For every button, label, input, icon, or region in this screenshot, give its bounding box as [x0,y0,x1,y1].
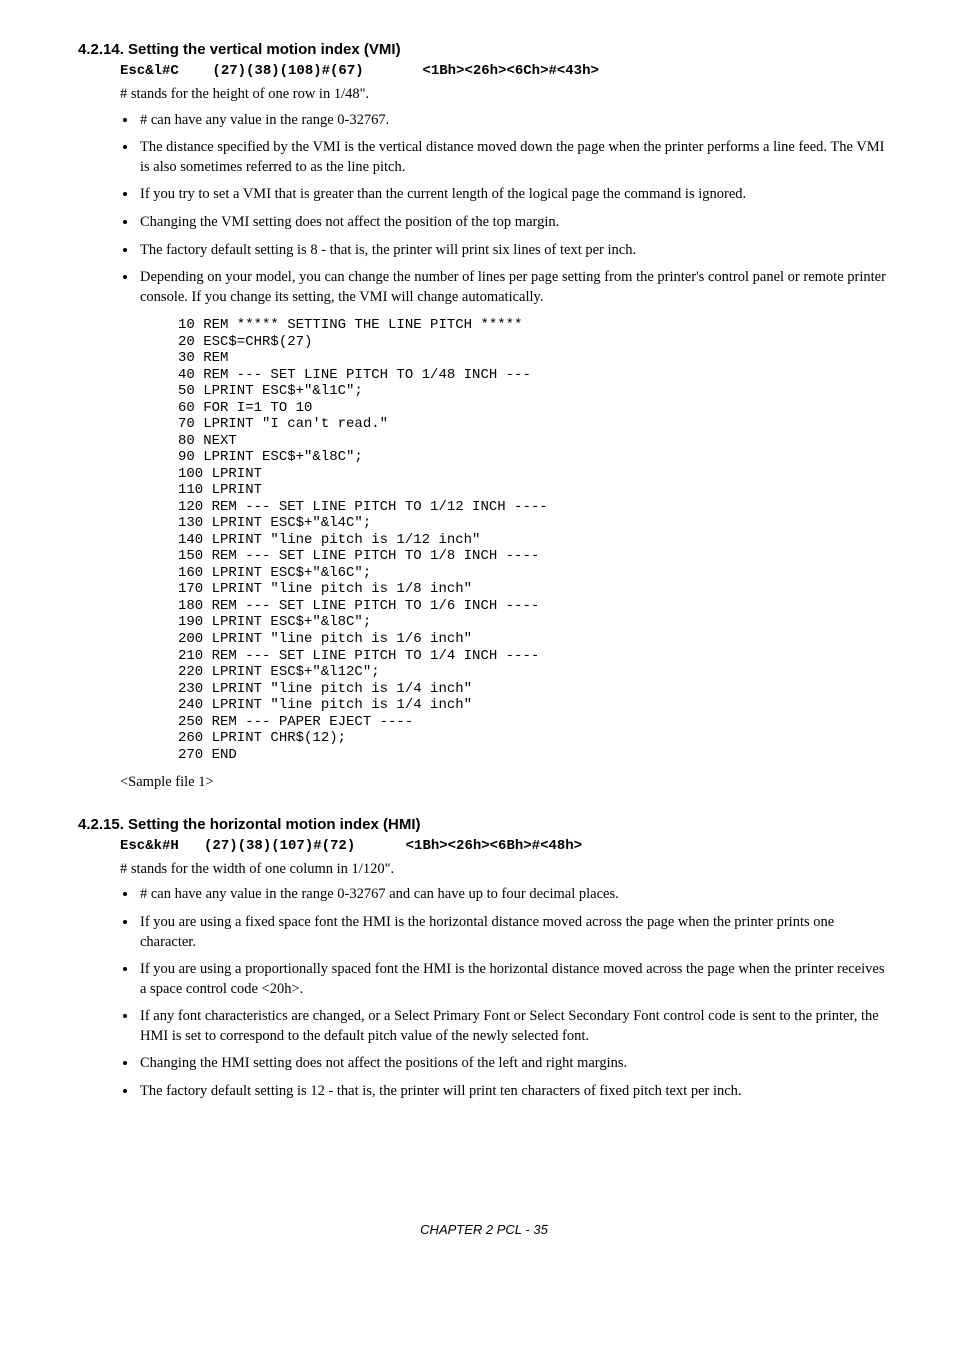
page-footer: CHAPTER 2 PCL - 35 [78,1221,890,1239]
bullet-item: Changing the VMI setting does not affect… [138,213,890,233]
section-heading-hmi: 4.2.15. Setting the horizontal motion in… [78,815,890,835]
bullet-item: If you are using a fixed space font the … [138,913,890,952]
esc-sequence-hmi: Esc&k#H (27)(38)(107)#(72) <1Bh><26h><6B… [120,837,890,856]
bullets-vmi: # can have any value in the range 0-3276… [120,111,890,308]
bullet-item: The factory default setting is 12 - that… [138,1082,890,1102]
bullet-item: If you are using a proportionally spaced… [138,960,890,999]
section-heading-vmi: 4.2.14. Setting the vertical motion inde… [78,40,890,60]
bullet-item: If you try to set a VMI that is greater … [138,185,890,205]
bullet-item: The distance specified by the VMI is the… [138,138,890,177]
intro-hmi: # stands for the width of one column in … [120,860,890,880]
intro-vmi: # stands for the height of one row in 1/… [120,85,890,105]
bullet-item: Changing the HMI setting does not affect… [138,1054,890,1074]
bullet-item: # can have any value in the range 0-3276… [138,885,890,905]
sample-file-note: <Sample file 1> [120,773,890,793]
bullet-item: Depending on your model, you can change … [138,268,890,307]
esc-sequence-vmi: Esc&l#C (27)(38)(108)#(67) <1Bh><26h><6C… [120,62,890,81]
bullet-item: # can have any value in the range 0-3276… [138,111,890,131]
bullet-item: If any font characteristics are changed,… [138,1007,890,1046]
bullets-hmi: # can have any value in the range 0-3276… [120,885,890,1101]
bullet-item: The factory default setting is 8 - that … [138,241,890,261]
code-sample-vmi: 10 REM ***** SETTING THE LINE PITCH ****… [178,317,890,763]
